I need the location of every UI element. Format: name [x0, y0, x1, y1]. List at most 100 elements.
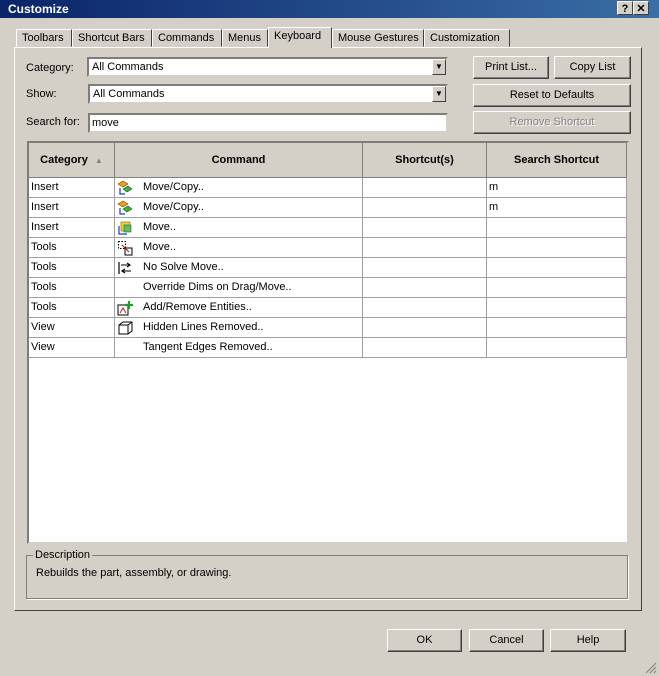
- row-command: Hidden Lines Removed..: [115, 318, 363, 338]
- row-command-label: Hidden Lines Removed..: [143, 321, 264, 333]
- tab-commands[interactable]: Commands: [152, 29, 222, 47]
- table-row[interactable]: View Tangent Edges Removed..: [29, 338, 627, 358]
- row-search-shortcut: m: [487, 198, 627, 218]
- show-label: Show:: [26, 88, 57, 100]
- row-shortcut[interactable]: [363, 178, 487, 198]
- category-value: All Commands: [92, 61, 164, 73]
- row-shortcut[interactable]: [363, 298, 487, 318]
- description-legend: Description: [33, 549, 93, 561]
- column-header-category-label: Category: [40, 154, 88, 166]
- row-shortcut[interactable]: [363, 218, 487, 238]
- row-command: Move/Copy..: [115, 198, 363, 218]
- window-title: Customize: [8, 2, 69, 16]
- search-field[interactable]: [88, 113, 448, 133]
- row-category: Insert: [29, 178, 115, 198]
- resize-grip-icon[interactable]: [645, 662, 657, 674]
- row-command-label: Add/Remove Entities..: [143, 301, 252, 313]
- description-text: Rebuilds the part, assembly, or drawing.: [36, 567, 232, 579]
- ok-button[interactable]: OK: [387, 629, 462, 652]
- row-category: View: [29, 318, 115, 338]
- row-command: Add/Remove Entities..: [115, 298, 363, 318]
- move-copy-icon: [117, 200, 133, 215]
- tab-menus[interactable]: Menus: [222, 29, 268, 47]
- row-shortcut[interactable]: [363, 338, 487, 358]
- row-search-shortcut: [487, 298, 627, 318]
- move-copy-icon: [117, 180, 133, 195]
- print-list-button[interactable]: Print List...: [473, 56, 549, 79]
- row-command: Override Dims on Drag/Move..: [115, 278, 363, 298]
- table-row[interactable]: Insert Move..: [29, 218, 627, 238]
- table-row[interactable]: Tools No Solve Move..: [29, 258, 627, 278]
- tab-shortcut-bars[interactable]: Shortcut Bars: [72, 29, 152, 47]
- row-shortcut[interactable]: [363, 318, 487, 338]
- show-value: All Commands: [93, 88, 165, 100]
- reset-to-defaults-button[interactable]: Reset to Defaults: [473, 84, 631, 107]
- row-shortcut[interactable]: [363, 278, 487, 298]
- tab-mouse-gestures[interactable]: Mouse Gestures: [332, 29, 424, 47]
- title-bar: Customize ? ✕: [0, 0, 659, 18]
- column-header-shortcuts[interactable]: Shortcut(s): [363, 143, 487, 178]
- row-command: Move..: [115, 218, 363, 238]
- hidden-lines-removed-icon: [118, 321, 133, 335]
- row-command-label: Tangent Edges Removed..: [143, 341, 273, 353]
- table-row[interactable]: Tools Override Dims on Drag/Move..: [29, 278, 627, 298]
- row-shortcut[interactable]: [363, 258, 487, 278]
- row-search-shortcut: [487, 258, 627, 278]
- row-command-label: Move..: [143, 221, 177, 233]
- no-solve-move-icon: [118, 262, 131, 274]
- remove-shortcut-button[interactable]: Remove Shortcut: [473, 111, 631, 134]
- column-header-command[interactable]: Command: [115, 143, 363, 178]
- row-command-label: Override Dims on Drag/Move..: [143, 281, 292, 293]
- table-row[interactable]: Insert Move/Copy.. m: [29, 178, 627, 198]
- row-search-shortcut: [487, 218, 627, 238]
- move-sketch-icon: [118, 241, 133, 256]
- tab-toolbars[interactable]: Toolbars: [16, 29, 72, 47]
- shortcut-table[interactable]: Category ▲ Command Shortcut(s) Search Sh…: [27, 141, 629, 544]
- close-icon[interactable]: ✕: [633, 1, 649, 15]
- help-icon[interactable]: ?: [617, 1, 633, 15]
- description-group: Description Rebuilds the part, assembly,…: [26, 549, 628, 599]
- row-command-label: Move/Copy..: [143, 181, 204, 193]
- row-search-shortcut: [487, 338, 627, 358]
- search-label: Search for:: [26, 116, 80, 128]
- move-face-icon: [118, 221, 132, 235]
- row-shortcut[interactable]: [363, 198, 487, 218]
- table-row[interactable]: Tools Move..: [29, 238, 627, 258]
- table-row[interactable]: Insert Move/Copy.. m: [29, 198, 627, 218]
- row-search-shortcut: m: [487, 178, 627, 198]
- chevron-down-icon[interactable]: ▼: [432, 86, 446, 102]
- row-search-shortcut: [487, 318, 627, 338]
- category-label: Category:: [26, 62, 74, 74]
- sort-ascending-icon: ▲: [94, 156, 103, 165]
- tab-keyboard[interactable]: Keyboard: [268, 27, 332, 48]
- row-command: Tangent Edges Removed..: [115, 338, 363, 358]
- tab-customization[interactable]: Customization: [424, 29, 510, 47]
- row-command: Move..: [115, 238, 363, 258]
- row-shortcut[interactable]: [363, 238, 487, 258]
- add-remove-entities-icon: [117, 301, 133, 316]
- help-button[interactable]: Help: [550, 629, 626, 652]
- chevron-down-icon[interactable]: ▼: [432, 59, 446, 75]
- column-header-category[interactable]: Category ▲: [29, 143, 115, 178]
- table-row[interactable]: View Hidden Lines Removed..: [29, 318, 627, 338]
- row-category: Tools: [29, 258, 115, 278]
- row-command: No Solve Move..: [115, 258, 363, 278]
- column-header-search-shortcut[interactable]: Search Shortcut: [487, 143, 627, 178]
- copy-list-button[interactable]: Copy List: [554, 56, 631, 79]
- row-category: Insert: [29, 218, 115, 238]
- row-category: Insert: [29, 198, 115, 218]
- show-dropdown[interactable]: All Commands ▼: [88, 84, 448, 104]
- cancel-button[interactable]: Cancel: [469, 629, 544, 652]
- row-category: Tools: [29, 238, 115, 258]
- row-category: Tools: [29, 278, 115, 298]
- row-command-label: Move/Copy..: [143, 201, 204, 213]
- search-input[interactable]: [92, 117, 434, 129]
- row-command: Move/Copy..: [115, 178, 363, 198]
- row-category: View: [29, 338, 115, 358]
- row-search-shortcut: [487, 278, 627, 298]
- row-category: Tools: [29, 298, 115, 318]
- category-dropdown[interactable]: All Commands ▼: [87, 57, 448, 77]
- row-command-label: Move..: [143, 241, 177, 253]
- row-command-label: No Solve Move..: [143, 261, 224, 273]
- table-row[interactable]: Tools Add/Remove Entities..: [29, 298, 627, 318]
